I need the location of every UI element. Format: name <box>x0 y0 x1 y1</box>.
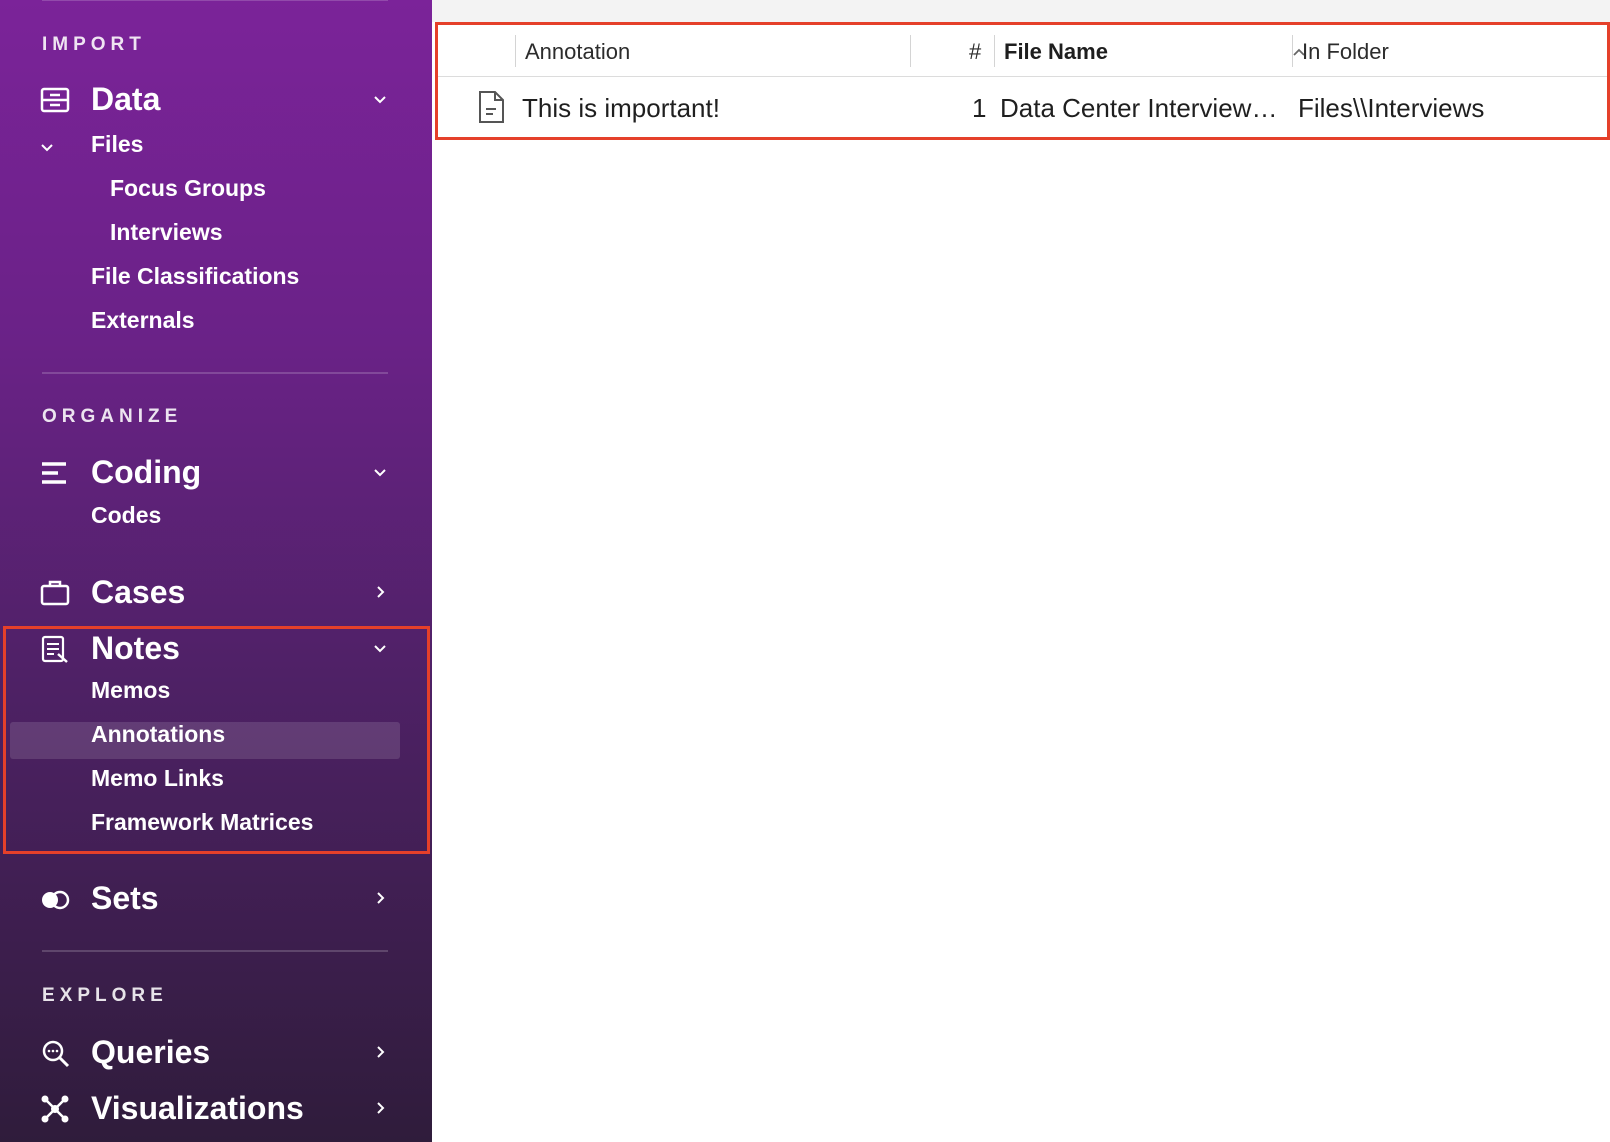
sidebar-item-framework-matrices[interactable]: Framework Matrices <box>91 805 313 839</box>
cell-number: 1 <box>972 93 987 123</box>
chevron-right-icon[interactable] <box>370 888 390 908</box>
cell-file-name: Data Center Interview… <box>1000 93 1278 123</box>
sidebar-group-visualizations-label: Visualizations <box>91 1090 304 1126</box>
column-header-number[interactable]: # <box>969 38 981 66</box>
coding-icon <box>42 462 66 484</box>
chevron-down-icon[interactable] <box>370 462 390 482</box>
sets-icon <box>42 890 70 910</box>
column-separator[interactable] <box>1292 35 1293 67</box>
column-separator[interactable] <box>994 35 995 67</box>
column-header-in-folder[interactable]: In Folder <box>1302 38 1389 66</box>
sidebar-divider <box>42 950 388 952</box>
network-icon <box>41 1095 69 1123</box>
table-row[interactable]: This is important! 1 Data Center Intervi… <box>438 78 1607 136</box>
sidebar-item-focus-groups[interactable]: Focus Groups <box>110 171 266 205</box>
sidebar-item-memo-links[interactable]: Memo Links <box>91 761 224 795</box>
column-header-annotation[interactable]: Annotation <box>525 38 630 66</box>
search-icon <box>42 1040 70 1068</box>
table-header: Annotation # File Name In Folder <box>438 25 1607 77</box>
sidebar-group-sets[interactable]: Sets <box>0 876 432 920</box>
sidebar-item-externals[interactable]: Externals <box>91 303 195 337</box>
section-label-import: IMPORT <box>42 34 146 55</box>
sidebar-item-interviews[interactable]: Interviews <box>110 215 223 249</box>
briefcase-icon <box>40 580 70 606</box>
sidebar-group-visualizations[interactable]: Visualizations <box>0 1086 432 1130</box>
sidebar-group-notes-label: Notes <box>91 630 180 666</box>
sidebar-group-coding-label: Coding <box>91 454 202 490</box>
chevron-down-icon[interactable] <box>38 138 56 156</box>
column-header-file-name[interactable]: File Name <box>1004 38 1108 66</box>
notes-icon <box>41 635 68 663</box>
sidebar-item-file-classifications[interactable]: File Classifications <box>91 259 299 293</box>
chevron-right-icon[interactable] <box>370 1042 390 1062</box>
sidebar-group-data[interactable]: Data <box>0 77 432 121</box>
sidebar-group-data-label: Data <box>91 81 161 117</box>
sidebar-group-notes[interactable]: Notes <box>0 626 432 670</box>
data-icon <box>40 87 70 113</box>
column-separator[interactable] <box>515 35 516 67</box>
chevron-down-icon[interactable] <box>370 638 390 658</box>
cell-in-folder: Files\\Interviews <box>1298 93 1485 123</box>
sidebar-group-coding[interactable]: Coding <box>0 450 432 494</box>
sidebar-item-codes[interactable]: Codes <box>91 498 161 532</box>
column-separator[interactable] <box>910 35 911 67</box>
sidebar-item-memos[interactable]: Memos <box>91 673 170 707</box>
sidebar-group-cases[interactable]: Cases <box>0 570 432 614</box>
chevron-right-icon[interactable] <box>370 582 390 602</box>
section-label-organize: ORGANIZE <box>42 406 183 427</box>
sidebar-divider <box>42 372 388 374</box>
sidebar-group-queries[interactable]: Queries <box>0 1030 432 1074</box>
toolbar-strip <box>432 0 1610 22</box>
chevron-down-icon[interactable] <box>370 89 390 109</box>
cell-annotation: This is important! <box>522 93 720 123</box>
sidebar-group-sets-label: Sets <box>91 880 159 916</box>
sidebar-divider <box>42 0 388 1</box>
main-content: Annotation # File Name In Folder This is… <box>432 0 1610 1142</box>
sidebar-item-annotations[interactable]: Annotations <box>91 717 225 751</box>
section-label-explore: EXPLORE <box>42 985 168 1006</box>
sidebar-group-cases-label: Cases <box>91 574 186 610</box>
sidebar-group-queries-label: Queries <box>91 1034 211 1070</box>
chevron-right-icon[interactable] <box>370 1098 390 1118</box>
document-icon <box>479 91 504 123</box>
sidebar: IMPORT Data Files Focus Groups Interview… <box>0 0 432 1142</box>
annotations-table: Annotation # File Name In Folder This is… <box>435 22 1610 140</box>
sidebar-item-files[interactable]: Files <box>91 127 143 161</box>
